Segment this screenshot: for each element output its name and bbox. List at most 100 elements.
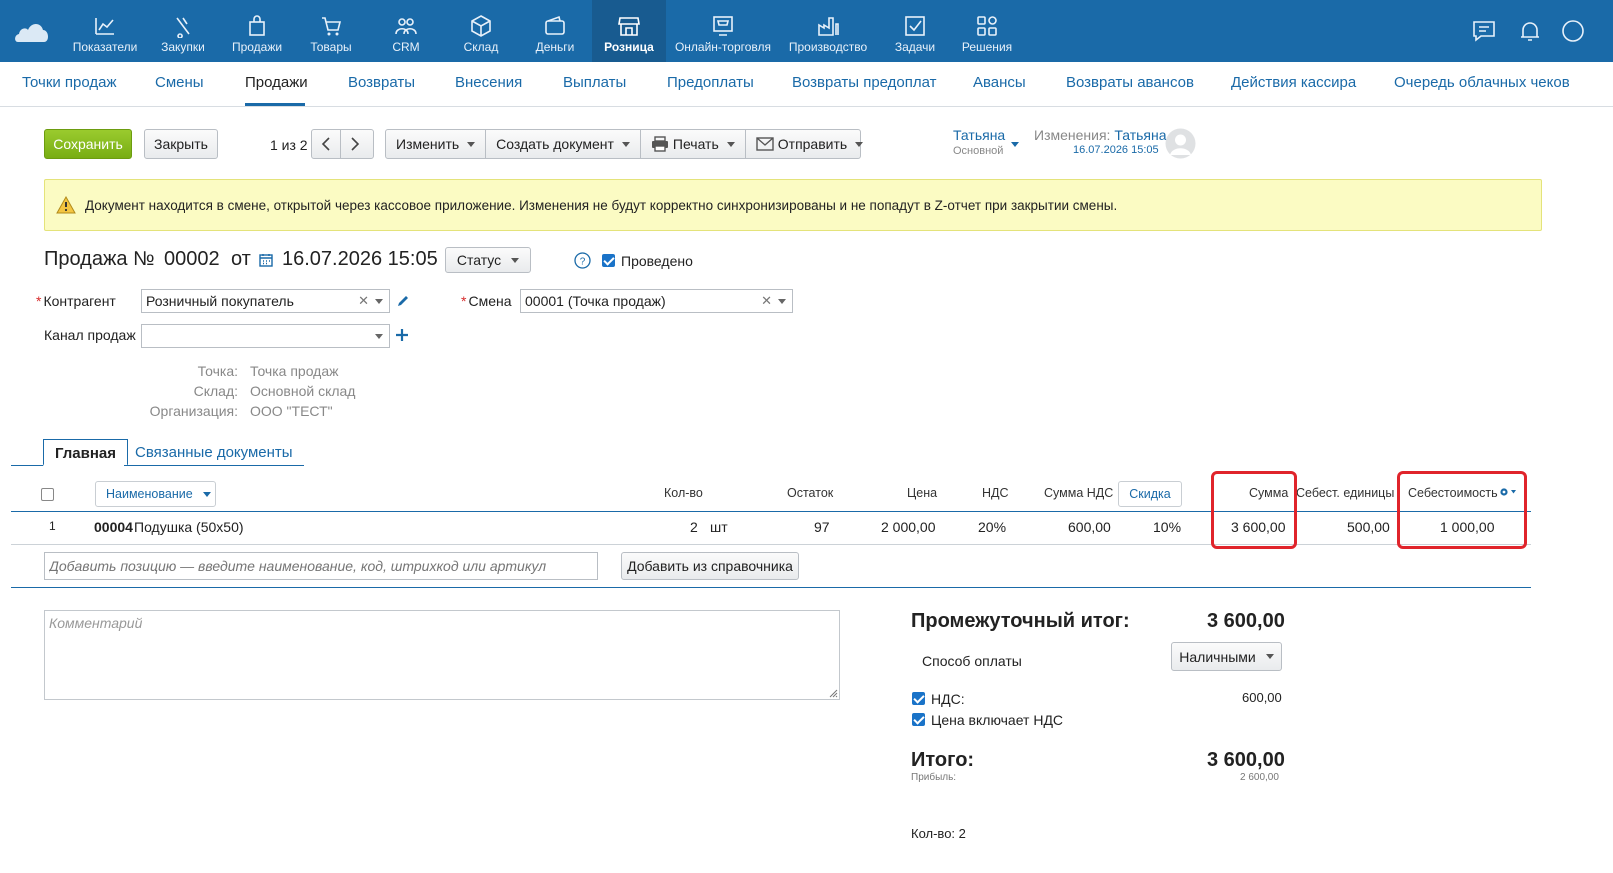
channel-label: Канал продаж: [44, 327, 136, 343]
nav-label: Продажи: [231, 40, 283, 54]
nav-warehouse[interactable]: Склад: [450, 0, 512, 62]
pager-buttons: [311, 129, 374, 159]
subnav-cashier-actions[interactable]: Действия кассира: [1231, 74, 1356, 91]
row-vat[interactable]: 20%: [978, 519, 1006, 535]
select-all-checkbox[interactable]: [41, 488, 54, 501]
column-vat-header: НДС: [982, 486, 1009, 500]
warehouse-value: Основной склад: [250, 383, 356, 399]
posted-checkbox[interactable]: [602, 254, 615, 267]
doc-date[interactable]: 16.07.2026 15:05: [282, 248, 438, 271]
subtotal-value: 3 600,00: [1207, 610, 1285, 632]
nav-tasks[interactable]: Задачи: [884, 0, 946, 62]
calendar-icon[interactable]: [259, 253, 273, 267]
warning-text: Документ находится в смене, открытой чер…: [85, 197, 1118, 213]
subnav-shifts[interactable]: Смены: [155, 74, 204, 91]
logo-cloud-icon[interactable]: [14, 18, 50, 44]
next-button[interactable]: [341, 130, 369, 158]
chevron-down-icon: [1265, 654, 1274, 659]
bell-icon[interactable]: [1517, 18, 1543, 44]
nav-sales[interactable]: Продажи: [222, 0, 292, 62]
subnav-sale-points[interactable]: Точки продаж: [22, 74, 117, 91]
column-discount-header[interactable]: Скидка: [1118, 481, 1182, 507]
total-value: 3 600,00: [1207, 749, 1285, 771]
nav-label: Показатели: [72, 40, 138, 54]
send-button[interactable]: Отправить: [746, 130, 873, 158]
payment-method-dropdown[interactable]: Наличными: [1171, 642, 1282, 671]
counterparty-field[interactable]: Розничный покупатель ✕: [141, 289, 390, 313]
save-button[interactable]: Сохранить: [44, 129, 132, 159]
nav-retail[interactable]: Розница: [592, 0, 666, 62]
chevron-down-icon: [202, 491, 211, 497]
nav-crm[interactable]: CRM: [376, 0, 436, 62]
tab-main[interactable]: Главная: [43, 439, 129, 466]
vat-included-checkbox[interactable]: [912, 713, 925, 726]
nav-label: Онлайн-торговля: [674, 40, 772, 54]
action-buttons: Изменить Создать документ Печать Отправи…: [385, 129, 864, 159]
vat-checkbox[interactable]: [912, 692, 925, 705]
subnav-prepayments[interactable]: Предоплаты: [667, 74, 754, 91]
nav-products[interactable]: Товары: [300, 0, 362, 62]
nav-purchases[interactable]: Закупки: [152, 0, 214, 62]
subnav-deposits[interactable]: Внесения: [455, 74, 522, 91]
prev-button[interactable]: [312, 130, 341, 158]
close-button[interactable]: Закрыть: [144, 129, 218, 159]
nav-label: Склад: [463, 40, 499, 54]
row-discount[interactable]: 10%: [1153, 519, 1181, 535]
subnav-payouts[interactable]: Выплаты: [563, 74, 626, 91]
shift-field[interactable]: 00001 (Точка продаж) ✕: [520, 289, 793, 313]
chevron-left-icon: [321, 137, 330, 151]
owner-selector[interactable]: Татьяна Основной: [953, 127, 1023, 159]
clear-icon[interactable]: ✕: [358, 293, 369, 309]
add-from-catalog-button[interactable]: Добавить из справочника: [621, 552, 799, 580]
channel-field[interactable]: [141, 324, 390, 348]
vat-included-label: Цена включает НДС: [931, 712, 1064, 728]
nav-online-trade[interactable]: Онлайн-торговля: [672, 0, 774, 62]
subnav-advance-returns[interactable]: Возвраты авансов: [1066, 74, 1194, 91]
add-icon[interactable]: [396, 329, 408, 341]
subnav-prepayment-returns[interactable]: Возвраты предоплат: [792, 74, 937, 91]
print-label: Печать: [672, 136, 719, 152]
chevron-down-icon[interactable]: [778, 299, 786, 304]
print-button[interactable]: Печать: [641, 130, 746, 158]
clear-icon[interactable]: ✕: [761, 293, 772, 309]
chat-icon[interactable]: [1471, 18, 1497, 44]
row-price[interactable]: 2 000,00: [881, 519, 936, 535]
comment-textarea[interactable]: Комментарий: [44, 610, 840, 700]
add-position-input[interactable]: [44, 552, 598, 580]
changes-label: Изменения:: [1034, 127, 1111, 143]
subnav-advances[interactable]: Авансы: [973, 74, 1026, 91]
nav-solutions[interactable]: Решения: [954, 0, 1020, 62]
vat-value: 600,00: [1242, 690, 1282, 705]
subnav-returns[interactable]: Возвраты: [348, 74, 415, 91]
nav-money[interactable]: Деньги: [524, 0, 586, 62]
create-document-button[interactable]: Создать документ: [486, 130, 641, 158]
apps-grid-icon: [977, 16, 997, 36]
svg-text:?: ?: [580, 257, 586, 268]
doc-number[interactable]: 00002: [164, 248, 220, 271]
nav-production[interactable]: Производство: [786, 0, 870, 62]
avatar[interactable]: [1165, 128, 1196, 159]
posted-label: Проведено: [621, 253, 693, 269]
row-name[interactable]: Подушка (50x50): [134, 519, 244, 535]
chevron-down-icon: [467, 141, 476, 147]
subnav-cloud-receipts-queue[interactable]: Очередь облачных чеков: [1394, 74, 1570, 91]
edit-pencil-icon[interactable]: [396, 294, 409, 308]
row-qty[interactable]: 2: [690, 519, 698, 535]
resize-handle-icon[interactable]: [829, 689, 838, 698]
subnav-sales[interactable]: Продажи: [245, 74, 308, 91]
row-stock: 97: [814, 519, 830, 535]
change-label: Изменить: [396, 136, 460, 152]
chevron-down-icon[interactable]: [375, 334, 383, 339]
help-icon[interactable]: ?: [574, 252, 591, 269]
nav-dashboard[interactable]: Показатели: [66, 0, 144, 62]
chevron-down-icon[interactable]: [375, 299, 383, 304]
help-icon[interactable]: [1560, 18, 1586, 44]
online-store-icon: [713, 16, 733, 36]
column-name-header[interactable]: Наименование: [95, 481, 216, 507]
change-button[interactable]: Изменить: [386, 130, 487, 158]
status-dropdown[interactable]: Статус: [445, 247, 531, 273]
owner-name: Татьяна: [953, 127, 1006, 143]
tab-related-documents[interactable]: Связанные документы: [124, 439, 304, 466]
nav-label: Закупки: [161, 40, 205, 54]
changes-user[interactable]: Татьяна: [1114, 127, 1166, 143]
